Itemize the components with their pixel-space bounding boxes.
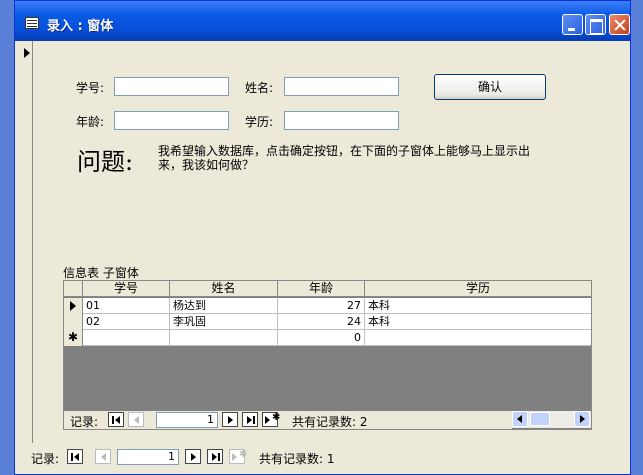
- new-record-icon: [232, 453, 237, 461]
- last-record-icon: [212, 453, 217, 461]
- row-selector[interactable]: [64, 314, 83, 330]
- subform-total-records: 共有记录数: 2: [292, 415, 368, 429]
- cell-age[interactable]: 27: [278, 298, 365, 314]
- table-row[interactable]: 02 李巩固 24 本科: [64, 314, 591, 330]
- next-record-icon: [228, 416, 233, 424]
- header-selector-corner[interactable]: [64, 281, 83, 296]
- first-record-button[interactable]: [108, 412, 124, 427]
- next-record-button[interactable]: [222, 412, 238, 427]
- previous-record-icon: [134, 416, 139, 424]
- column-header-education[interactable]: 学历: [365, 281, 591, 296]
- student-id-input[interactable]: [114, 77, 229, 96]
- current-row-arrow-icon: [70, 301, 76, 311]
- row-selector[interactable]: ✱: [64, 330, 83, 346]
- cell-education[interactable]: 本科: [365, 314, 591, 330]
- main-previous-record-button[interactable]: [95, 449, 111, 464]
- name-input[interactable]: [284, 77, 399, 96]
- table-row[interactable]: 01 杨达到 27 本科: [64, 298, 591, 314]
- cell-education[interactable]: [365, 330, 591, 346]
- subform-record-navigator: 记录: 1 ✱ 共有记录数: 2: [64, 411, 512, 429]
- confirm-button[interactable]: 确认: [434, 74, 546, 100]
- main-first-record-button[interactable]: [67, 449, 83, 464]
- scroll-thumb[interactable]: [530, 412, 550, 426]
- cell-age[interactable]: 0: [278, 330, 365, 346]
- education-input[interactable]: [284, 111, 399, 130]
- row-selector[interactable]: [64, 298, 83, 314]
- window-title: 录入 : 窗体: [47, 19, 114, 34]
- question-text: 我希望输入数据库，点击确定按钮，在下面的子窗体上能够马上显示出来，我该如何做？: [158, 144, 531, 172]
- minimize-button[interactable]: [562, 14, 583, 35]
- column-header-age[interactable]: 年龄: [278, 281, 365, 296]
- main-records-label: 记录:: [31, 452, 60, 466]
- main-last-record-button[interactable]: [207, 449, 223, 464]
- cell-education[interactable]: 本科: [365, 298, 591, 314]
- next-record-icon: [191, 453, 196, 461]
- new-record-star-icon: ✱: [68, 330, 79, 344]
- main-total-records: 共有记录数: 1: [259, 452, 335, 466]
- student-id-label: 学号:: [76, 81, 105, 95]
- subform-records-label: 记录:: [70, 415, 99, 429]
- subform-datasheet: 学号 姓名 年龄 学历 01 杨达到 27 本科 02 李巩固 24 本科 ✱: [63, 280, 592, 430]
- maximize-button[interactable]: [585, 14, 606, 35]
- close-button[interactable]: [609, 14, 630, 35]
- cell-name[interactable]: 李巩固: [170, 314, 278, 330]
- scroll-right-button[interactable]: [574, 411, 590, 427]
- current-record-arrow-icon: [24, 48, 30, 58]
- name-label: 姓名:: [245, 81, 274, 95]
- title-bar[interactable]: 录入 : 窗体: [15, 1, 630, 41]
- cell-student-id[interactable]: 02: [83, 314, 170, 330]
- subform-record-position[interactable]: 1: [156, 412, 218, 428]
- cell-student-id[interactable]: [83, 330, 170, 346]
- chevron-left-icon: [517, 415, 522, 423]
- cell-name[interactable]: 杨达到: [170, 298, 278, 314]
- age-label: 年龄:: [76, 115, 105, 129]
- new-record-icon: [265, 416, 270, 424]
- main-next-record-button[interactable]: [185, 449, 201, 464]
- previous-record-icon: [101, 453, 106, 461]
- main-record-navigator: 记录: 1 ✱ 共有记录数: 1: [15, 448, 630, 466]
- record-selector[interactable]: [21, 41, 33, 443]
- scroll-left-button[interactable]: [512, 411, 528, 427]
- main-record-position[interactable]: 1: [117, 449, 179, 465]
- previous-record-button[interactable]: [128, 412, 144, 427]
- new-record-button[interactable]: ✱: [262, 412, 280, 427]
- first-record-icon: [74, 453, 79, 461]
- column-header-student-id[interactable]: 学号: [83, 281, 170, 296]
- cell-name[interactable]: [170, 330, 278, 346]
- subform-label: 信息表 子窗体: [63, 266, 139, 280]
- first-record-icon: [115, 416, 120, 424]
- main-new-record-button[interactable]: ✱: [229, 449, 247, 464]
- horizontal-scrollbar[interactable]: [512, 411, 591, 428]
- last-record-icon: [247, 416, 252, 424]
- cell-student-id[interactable]: 01: [83, 298, 170, 314]
- cell-age[interactable]: 24: [278, 314, 365, 330]
- age-input[interactable]: [114, 111, 229, 130]
- question-heading: 问题:: [77, 148, 134, 176]
- last-record-button[interactable]: [242, 412, 258, 427]
- chevron-right-icon: [580, 415, 585, 423]
- education-label: 学历:: [245, 115, 274, 129]
- column-header-name[interactable]: 姓名: [170, 281, 278, 296]
- form-icon: [25, 17, 39, 29]
- form-detail: 学号: 姓名: 年龄: 学历: 确认 问题: 我希望输入数据库，点击确定按钮，在…: [34, 41, 628, 443]
- new-record-row[interactable]: ✱ 0: [64, 330, 591, 346]
- datasheet-header: 学号 姓名 年龄 学历: [64, 281, 591, 297]
- form-window: 录入 : 窗体 学号: 姓名: 年龄: 学历: 确认 问题: 我希望输入数据库，…: [14, 0, 631, 475]
